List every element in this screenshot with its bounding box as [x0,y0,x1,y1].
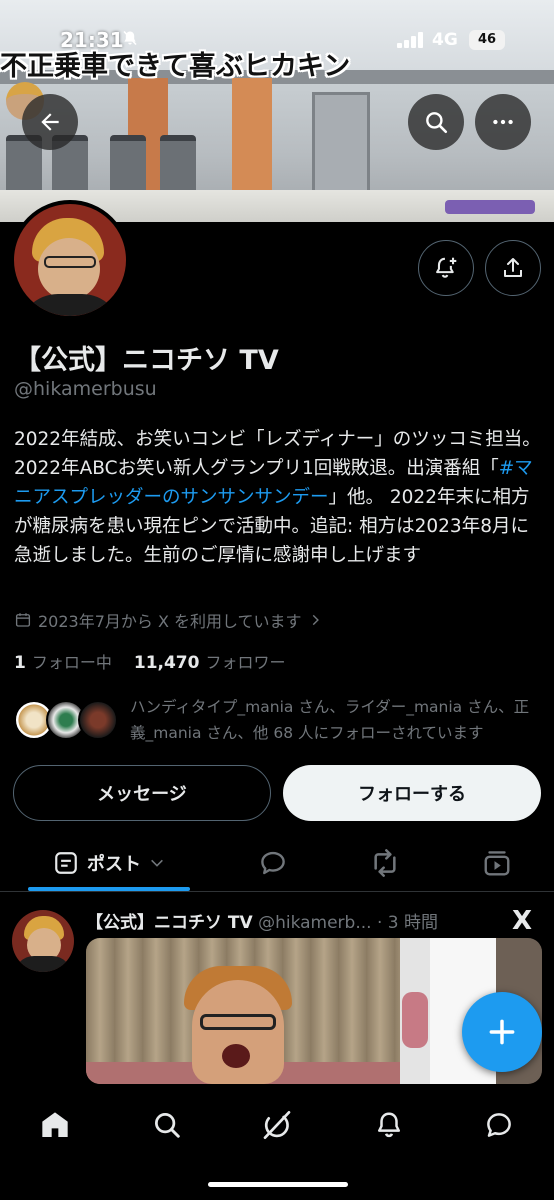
search-button[interactable] [408,94,464,150]
active-tab-indicator [28,887,190,891]
reply-icon [261,851,285,875]
grok-icon [263,1111,291,1139]
chevron-down-icon [151,859,163,867]
profile-name: 【公式】ニコチソ TV [14,345,279,376]
profile-avatar[interactable] [10,200,130,320]
nav-messages[interactable] [472,1098,526,1152]
profile-handle: @hikamerbusu [14,378,157,400]
more-button[interactable] [475,94,531,150]
video-icon [484,851,510,876]
follower-avatar [78,700,118,740]
chevron-right-icon[interactable] [308,613,322,627]
followers-label: フォロワー [205,653,286,672]
nav-grok[interactable] [250,1098,304,1152]
follow-button[interactable]: フォローする [283,765,541,821]
tab-posts-label: ポスト [87,854,141,875]
repost-icon [374,849,396,877]
bell-icon [378,1112,400,1138]
network-label: 4G [432,30,458,50]
followers-link[interactable]: 11,470 フォロワー [133,653,286,673]
followed-by-label: ハンディタイプ_mania さん、ライダー_mania さん、正義_mania … [130,698,530,742]
nav-notifications[interactable] [362,1098,416,1152]
message-button[interactable]: メッセージ [13,765,271,821]
tab-media[interactable] [470,834,524,892]
home-indicator[interactable] [208,1182,348,1187]
tab-reposts[interactable] [358,834,412,892]
tab-replies[interactable] [246,834,300,892]
calendar-icon [15,613,31,627]
tab-posts[interactable]: ポスト [28,834,190,892]
notify-button[interactable] [418,240,474,296]
profile-tabs: ポスト [0,834,554,892]
status-bar: 21:31 4G 46 [0,26,554,56]
home-icon [42,1112,68,1137]
post-time: · 3 時間 [376,913,438,933]
banner-gate [110,135,146,197]
share-button[interactable] [485,240,541,296]
banner-bench [445,200,535,214]
more-icon [493,119,513,125]
compose-button[interactable] [462,992,542,1072]
followed-by-row[interactable]: ハンディタイプ_mania さん、ライダー_mania さん、正義_mania … [14,694,544,746]
profile-bio: 2022年結成、お笑いコンビ「レズディナー」のツッコミ担当。 2022年ABCお… [14,425,544,570]
bell-plus-icon [436,257,457,278]
arrow-left-icon [41,113,59,131]
share-icon [504,258,522,277]
x-logo-icon: X [512,906,533,936]
back-button[interactable] [22,94,78,150]
posts-icon [55,852,77,874]
bio-text: 2022年結成、お笑いコンビ「レズディナー」のツッコミ担当。 2022年ABCお… [14,429,541,479]
nav-search[interactable] [140,1098,194,1152]
joined-label: 2023年7月から X を利用しています [38,612,302,631]
bottom-nav [0,1084,554,1200]
search-icon [155,1113,180,1138]
mute-bell-icon [122,30,138,51]
search-icon [426,112,448,134]
follow-stats: 1 フォロー中 11,470 フォロワー [14,649,285,673]
status-time: 21:31 [60,28,124,52]
post-header: 【公式】ニコチソ TV @hikamerb... · 3 時間 [86,908,506,933]
post-avatar[interactable] [12,910,74,972]
signal-icon [397,32,423,48]
battery-icon: 46 [469,30,505,50]
following-label: フォロー中 [31,653,112,672]
banner-door [312,92,370,196]
post-author-handle: @hikamerb... [258,913,372,933]
followed-by-text: ハンディタイプ_mania さん、ライダー_mania さん、正義_mania … [130,694,540,746]
plus-icon [489,1019,515,1045]
followers-count: 11,470 [133,653,200,673]
nav-home[interactable] [28,1098,82,1152]
following-link[interactable]: 1 フォロー中 [14,653,112,673]
banner-pillar [232,78,272,198]
banner-gate [160,135,196,197]
following-count: 1 [14,653,26,673]
joined-date: 2023年7月から X を利用しています [14,608,322,632]
post-author-name[interactable]: 【公式】ニコチソ TV [86,913,253,933]
messages-icon [487,1113,511,1137]
